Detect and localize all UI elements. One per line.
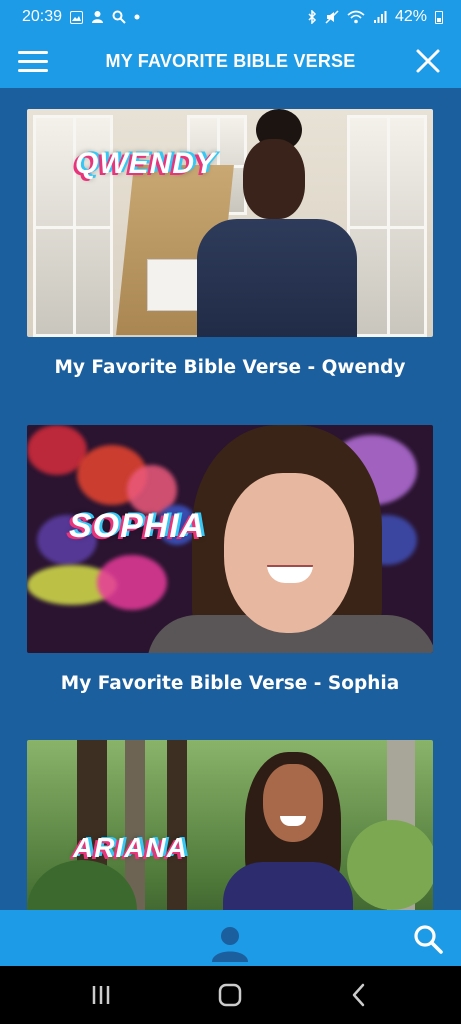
video-thumbnail[interactable]: QWENDY [27, 109, 433, 337]
video-card[interactable]: ARIANA [27, 740, 433, 910]
tree-trunk [167, 740, 187, 910]
hamburger-icon[interactable] [18, 51, 48, 73]
status-left: 20:39 [22, 8, 140, 26]
status-bar: 20:39 42% [0, 0, 461, 34]
bluetooth-icon [307, 10, 317, 24]
video-card[interactable]: QWENDY My Favorite Bible Verse - Qwendy [27, 109, 433, 378]
person-graphic [197, 219, 357, 337]
person-head-graphic [243, 139, 305, 219]
mute-icon [325, 10, 339, 24]
signal-icon [373, 10, 387, 24]
bush [347, 820, 433, 910]
search-icon[interactable] [413, 924, 443, 954]
profile-icon[interactable] [210, 924, 250, 964]
video-list[interactable]: QWENDY My Favorite Bible Verse - Qwendy … [0, 88, 461, 910]
wifi-icon [347, 10, 365, 24]
home-icon[interactable] [215, 982, 245, 1008]
video-thumbnail[interactable]: ARIANA [27, 740, 433, 910]
thumbnail-name-label: QWENDY [75, 147, 216, 180]
person-shirt-graphic [223, 862, 353, 910]
recent-apps-icon[interactable] [86, 982, 116, 1008]
status-time: 20:39 [22, 8, 63, 25]
thumbnail-name-label: SOPHIA [69, 507, 206, 545]
person-face-graphic [263, 764, 323, 842]
bokeh-light [97, 555, 167, 610]
thumbnail-name-label: ARIANA [73, 832, 188, 863]
battery-percent: 42% [394, 8, 427, 25]
close-icon[interactable] [415, 48, 441, 74]
window-decor [347, 115, 427, 337]
video-card[interactable]: SOPHIA My Favorite Bible Verse - Sophia [27, 425, 433, 694]
dot-icon [134, 14, 140, 20]
notification-icon [91, 10, 104, 24]
back-icon[interactable] [344, 982, 374, 1008]
video-title[interactable]: My Favorite Bible Verse - Sophia [27, 673, 433, 694]
battery-icon [435, 10, 443, 24]
gallery-icon [70, 10, 84, 24]
system-nav-bar [0, 966, 461, 1024]
video-thumbnail[interactable]: SOPHIA [27, 425, 433, 653]
bottom-toolbar [0, 910, 461, 966]
page-title: MY FAVORITE BIBLE VERSE [105, 50, 356, 71]
video-title[interactable]: My Favorite Bible Verse - Qwendy [27, 357, 433, 378]
status-right: 42% [307, 8, 443, 26]
bush [27, 860, 137, 910]
search-icon [112, 10, 126, 24]
app-header: MY FAVORITE BIBLE VERSE [0, 34, 461, 88]
person-face-graphic [224, 473, 354, 633]
